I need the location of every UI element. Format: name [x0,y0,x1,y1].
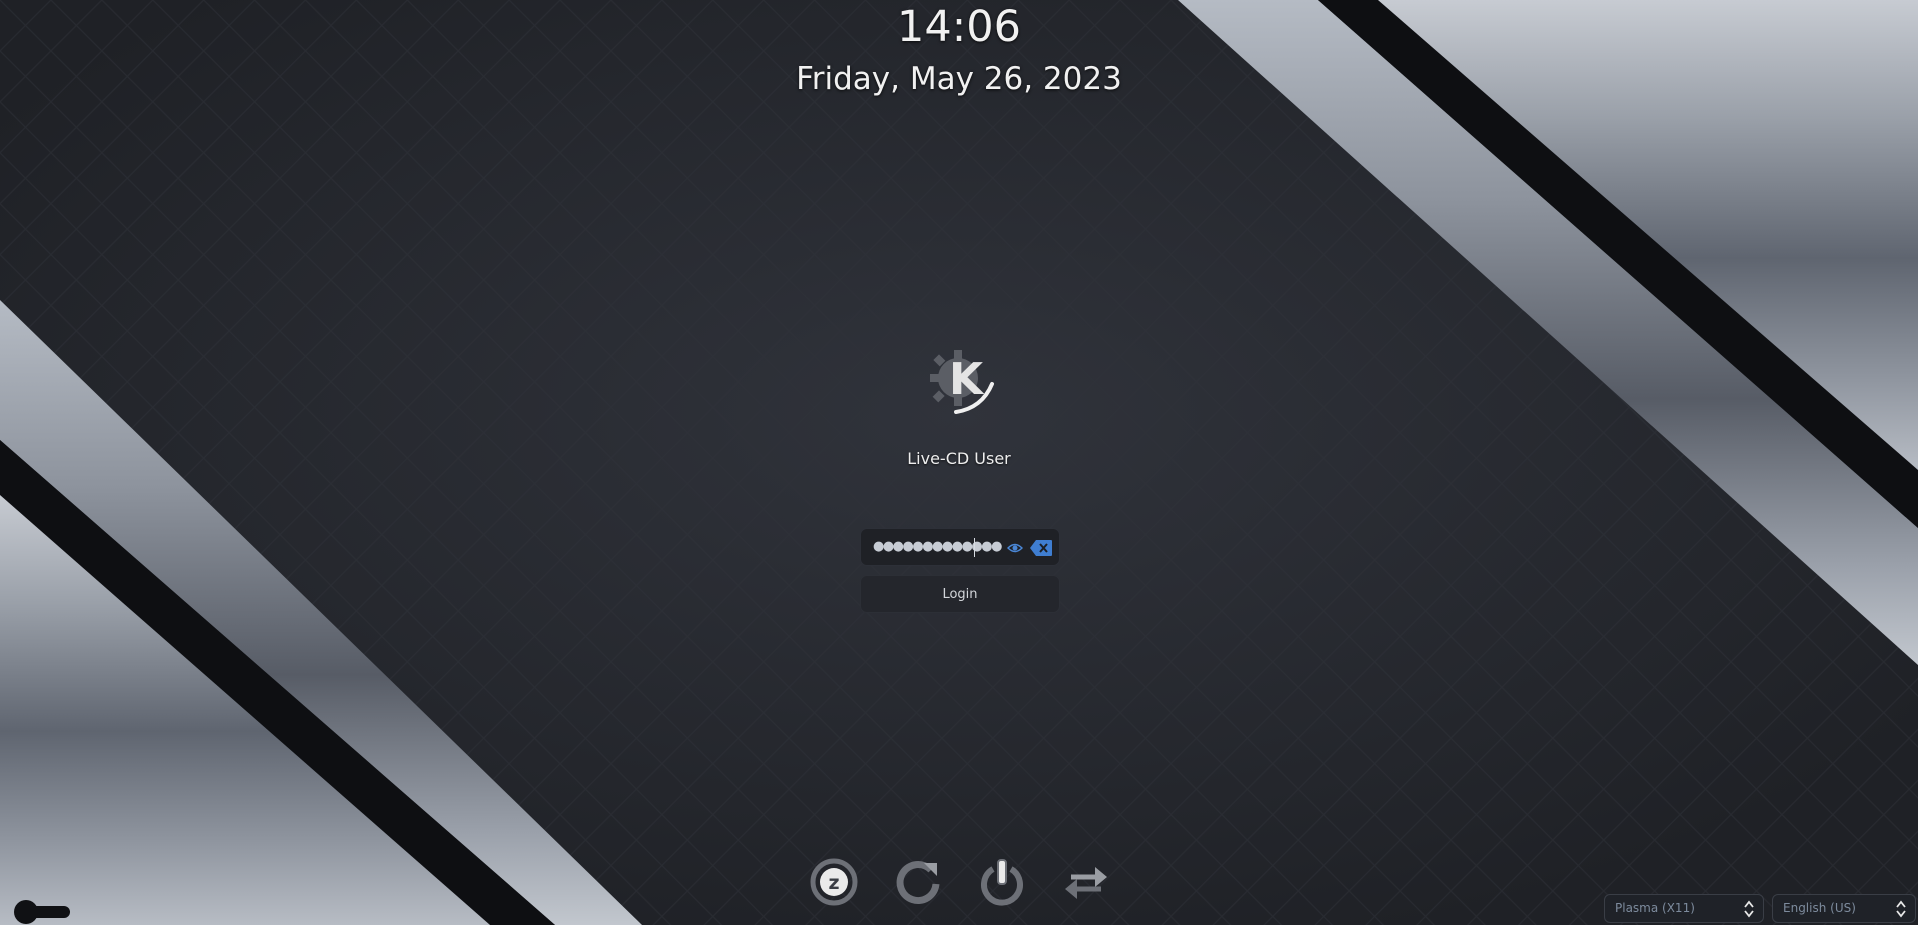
show-password-eye-icon[interactable] [1007,541,1023,555]
clock-time: 14:06 [897,2,1021,52]
suspend-icon[interactable]: z [809,857,859,907]
password-masked-text: ●●●●●●●●●●●●● [873,539,1002,554]
clear-text-icon[interactable] [1029,539,1053,557]
restart-icon[interactable] [893,857,943,907]
up-down-arrows-icon [1896,900,1906,918]
login-button[interactable]: Login [860,575,1060,613]
virtual-keyboard-toggle-icon[interactable] [10,898,72,924]
switch-user-icon[interactable] [1061,857,1111,907]
shutdown-icon[interactable] [977,857,1027,907]
session-select[interactable]: Plasma (X11) [1604,894,1764,923]
text-caret [974,538,975,557]
session-select-value: Plasma (X11) [1615,901,1695,915]
kde-logo-icon[interactable]: K [916,336,1004,424]
clock-date: Friday, May 26, 2023 [796,61,1122,97]
language-select-value: English (US) [1783,901,1856,915]
up-down-arrows-icon [1744,900,1754,918]
language-select[interactable]: English (US) [1772,894,1916,923]
svg-text:z: z [828,872,839,894]
password-input[interactable]: ●●●●●●●●●●●●● [860,528,1060,566]
svg-text:K: K [949,354,985,405]
user-name: Live-CD User [907,449,1011,468]
